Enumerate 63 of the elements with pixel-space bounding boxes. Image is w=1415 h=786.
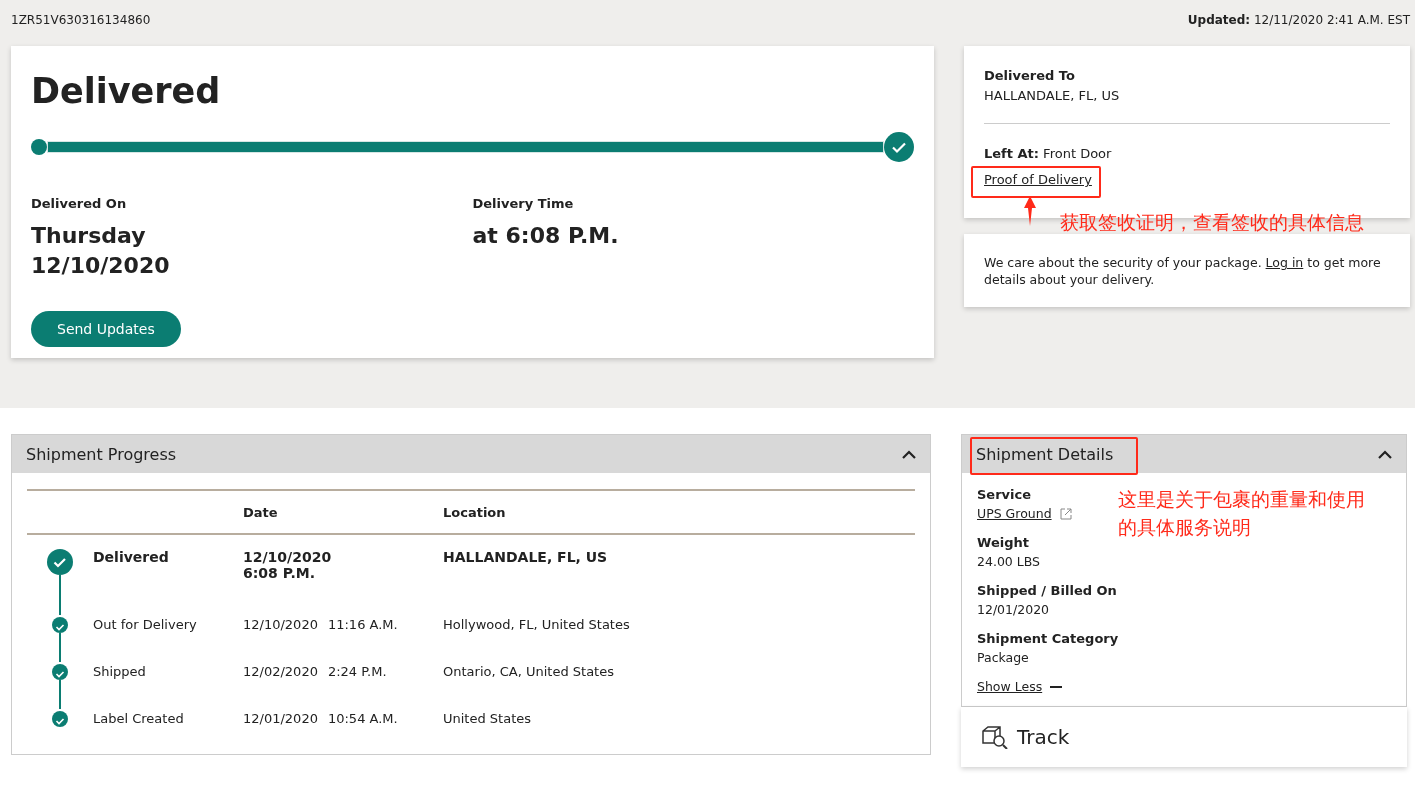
detail-label: Shipment Category bbox=[977, 631, 1119, 646]
event-status: Shipped bbox=[93, 663, 147, 679]
check-icon bbox=[884, 132, 914, 162]
progress-start-dot bbox=[31, 139, 47, 155]
annotation-text: 获取签收证明，查看签收的具体信息 bbox=[1060, 210, 1364, 235]
event-time: 6:08 P.M. bbox=[243, 565, 316, 581]
event-date: 12/02/2020 bbox=[243, 664, 318, 679]
send-updates-button[interactable]: Send Updates bbox=[31, 311, 181, 347]
event-time: 2:24 P.M. bbox=[327, 664, 387, 679]
event-location: Hollywood, FL, United States bbox=[443, 616, 631, 632]
detail-label: Service bbox=[977, 487, 1032, 502]
timeline-connector bbox=[59, 633, 61, 662]
chevron-icon[interactable] bbox=[1378, 449, 1392, 459]
detail-label: Weight bbox=[977, 535, 1029, 550]
delivery-time: at 6:08 P.M. bbox=[472, 222, 620, 250]
minus-icon bbox=[1050, 685, 1063, 688]
updated-time: Updated: 12/11/2020 2:41 A.M. EST bbox=[1187, 13, 1410, 27]
tracking-number: 1ZR51V630316134860 bbox=[11, 13, 151, 27]
delivered-on-day: Thursday bbox=[31, 221, 473, 251]
event-location: United States bbox=[443, 710, 533, 726]
chevron-icon[interactable] bbox=[902, 449, 916, 459]
event-status: Delivered bbox=[93, 549, 170, 565]
detail-label: Shipped / Billed On bbox=[977, 583, 1117, 598]
panel-header[interactable]: Shipment Details bbox=[962, 435, 1406, 473]
box-magnifier-icon bbox=[981, 725, 1009, 749]
external-link-icon bbox=[1059, 507, 1072, 520]
panel-title: Shipment Progress bbox=[26, 444, 177, 464]
show-less-link[interactable]: Show Less bbox=[977, 679, 1043, 694]
event-date: 12/10/2020 bbox=[243, 617, 318, 632]
event-status: Out for Delivery bbox=[93, 616, 198, 632]
delivery-time-label: Delivery Time bbox=[472, 196, 575, 211]
check-circle-icon bbox=[47, 549, 73, 575]
security-note: We care about the security of your package. Log in to get more details about your delivery. bbox=[984, 254, 1382, 288]
event-location: Ontario, CA, United States bbox=[443, 663, 615, 679]
panel-title: Shipment Details bbox=[976, 444, 1114, 464]
left-at-text: Left At: Front Door bbox=[984, 145, 1113, 163]
check-dot-icon bbox=[52, 664, 68, 680]
annotation-text: 这里是关于包裹的重量和使用的具体服务说明 bbox=[1118, 487, 1366, 540]
column-header: Location bbox=[443, 504, 507, 520]
event-status: Label Created bbox=[93, 710, 185, 726]
status-title: Delivered bbox=[31, 70, 222, 112]
proof-of-delivery-link[interactable]: Proof of Delivery bbox=[984, 170, 1092, 190]
event-time: 10:54 A.M. bbox=[327, 711, 398, 726]
detail-value: 24.00 LBS bbox=[977, 554, 1040, 569]
delivered-on-label: Delivered On bbox=[31, 196, 128, 211]
delivered-to-label: Delivered To bbox=[984, 67, 1076, 85]
event-date: 12/01/2020 bbox=[243, 711, 318, 726]
panel-header[interactable]: Shipment Progress bbox=[12, 435, 930, 473]
log-in-link[interactable]: Log in bbox=[1265, 255, 1304, 270]
check-dot-icon bbox=[52, 711, 68, 727]
delivered-to-value: HALLANDALE, FL, US bbox=[984, 87, 1121, 105]
timeline-connector bbox=[59, 575, 61, 615]
detail-value: Package bbox=[977, 650, 1029, 665]
event-time: 11:16 A.M. bbox=[327, 617, 398, 632]
event-date: 12/10/2020 bbox=[243, 549, 333, 565]
delivered-on-date: 12/10/2020 bbox=[31, 252, 171, 280]
check-dot-icon bbox=[52, 617, 68, 633]
event-location: HALLANDALE, FL, US bbox=[443, 549, 609, 565]
service-link[interactable]: UPS Ground bbox=[977, 506, 1052, 521]
timeline-connector bbox=[59, 680, 61, 709]
detail-value: 12/01/2020 bbox=[977, 602, 1050, 617]
column-header: Date bbox=[243, 504, 279, 520]
track-title: Track bbox=[1017, 725, 1070, 749]
